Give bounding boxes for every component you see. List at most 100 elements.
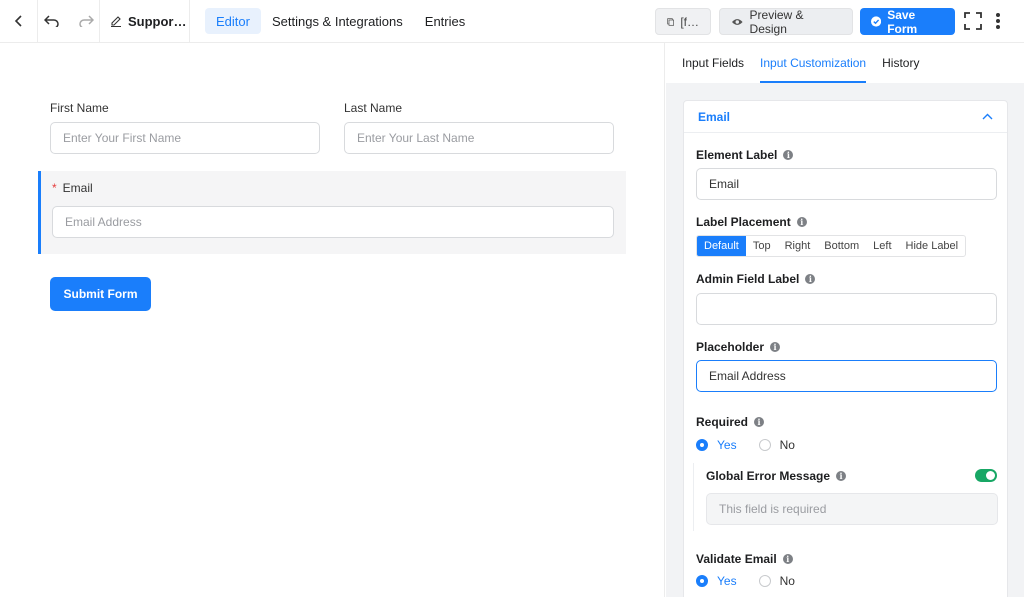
customization-sidebar: Input Fields Input Customization History… (666, 43, 1024, 597)
global-error-input[interactable]: This field is required (706, 493, 998, 525)
placement-option-right[interactable]: Right (778, 236, 818, 256)
tab-settings-integrations[interactable]: Settings & Integrations (261, 8, 414, 34)
element-label-value: Email (709, 177, 740, 191)
sidebar-tabs: Input Fields Input Customization History (666, 43, 1024, 83)
label-placement-heading: Label Placement i (696, 215, 807, 229)
placeholder-value: Email Address (709, 369, 786, 383)
form-title[interactable]: Suppor… (100, 0, 190, 42)
info-icon[interactable]: i (836, 471, 847, 481)
validate-email-radio-group: Yes No (696, 574, 795, 588)
element-label-heading: Element Label i (696, 148, 794, 162)
placeholder-input[interactable]: Email Address (696, 360, 997, 392)
email-field-block-selected[interactable]: * Email Email Address (38, 171, 626, 254)
tab-input-fields[interactable]: Input Fields (674, 43, 752, 83)
check-circle-icon (871, 16, 882, 27)
info-icon[interactable]: i (805, 274, 816, 284)
radio-dot (758, 439, 771, 451)
label-placement-text: Label Placement (696, 215, 791, 229)
eye-icon (731, 18, 743, 25)
required-heading: Required i (696, 415, 765, 429)
editor-tabs: Editor Settings & Integrations Entries (205, 8, 476, 34)
last-name-label: Last Name (344, 101, 403, 115)
chevron-left-icon (14, 15, 22, 27)
validate-no-label: No (779, 574, 795, 588)
save-form-button[interactable]: Save Form (860, 7, 955, 36)
copy-icon (667, 17, 675, 26)
admin-field-label-heading: Admin Field Label i (696, 272, 816, 286)
submit-form-button[interactable]: Submit Form (50, 277, 151, 311)
global-error-toggle[interactable] (975, 469, 997, 482)
tab-history[interactable]: History (874, 43, 927, 83)
placement-option-default[interactable]: Default (697, 236, 746, 256)
email-input[interactable]: Email Address (52, 206, 614, 238)
placeholder-text: Placeholder (696, 340, 765, 354)
required-radio-group: Yes No (696, 438, 795, 452)
more-options-button[interactable] (988, 10, 1008, 32)
element-label-text: Element Label (696, 148, 778, 162)
redo-icon[interactable] (78, 15, 94, 27)
form-canvas: First Name Enter Your First Name Last Na… (0, 43, 665, 597)
last-name-placeholder: Enter Your Last Name (357, 131, 475, 145)
validate-email-text: Validate Email (696, 552, 777, 566)
admin-field-label-input[interactable] (696, 293, 997, 325)
fullscreen-button[interactable] (963, 10, 983, 32)
global-error-placeholder: This field is required (719, 502, 827, 516)
label-placement-selector: Default Top Right Bottom Left Hide Label (696, 235, 967, 257)
placement-option-left[interactable]: Left (866, 236, 898, 256)
global-error-heading: Global Error Message i (706, 469, 847, 483)
panel-header[interactable]: Email (684, 101, 1007, 133)
radio-dot (696, 439, 708, 451)
placement-option-bottom[interactable]: Bottom (817, 236, 866, 256)
placement-option-hide-label[interactable]: Hide Label (899, 236, 966, 256)
info-icon[interactable]: i (782, 554, 793, 564)
form-title-text: Suppor… (128, 13, 187, 29)
top-toolbar: Suppor… Editor Settings & Integrations E… (0, 0, 1024, 43)
first-name-label: First Name (50, 101, 109, 115)
required-yes-label: Yes (717, 438, 737, 452)
shortcode-text: [f… (680, 14, 699, 29)
radio-dot (758, 575, 771, 587)
back-button[interactable] (0, 0, 38, 42)
chevron-up-icon[interactable] (982, 113, 993, 120)
tab-entries[interactable]: Entries (414, 8, 476, 34)
panel-title: Email (698, 109, 731, 124)
save-form-label: Save Form (887, 7, 918, 36)
validate-yes-label: Yes (717, 574, 737, 588)
global-error-section: Global Error Message i This field is req… (693, 463, 998, 531)
first-name-input[interactable]: Enter Your First Name (50, 122, 320, 154)
email-label-text: Email (62, 181, 93, 195)
preview-design-button[interactable]: Preview & Design (719, 7, 853, 36)
placement-option-top[interactable]: Top (746, 236, 778, 256)
first-name-placeholder: Enter Your First Name (63, 131, 182, 145)
tab-input-customization[interactable]: Input Customization (752, 43, 874, 83)
radio-dot (696, 575, 708, 587)
validate-email-heading: Validate Email i (696, 552, 793, 566)
validate-yes-radio[interactable]: Yes (696, 574, 737, 588)
placeholder-heading: Placeholder i (696, 340, 781, 354)
preview-design-label: Preview & Design (749, 7, 804, 36)
email-field-label: * Email (52, 181, 93, 195)
element-label-input[interactable]: Email (696, 168, 997, 200)
required-asterisk: * (52, 181, 57, 195)
fullscreen-icon (964, 12, 982, 30)
required-text: Required (696, 415, 749, 429)
more-vertical-icon (996, 13, 1000, 29)
info-icon[interactable]: i (796, 217, 807, 227)
last-name-input[interactable]: Enter Your Last Name (344, 122, 614, 154)
undo-icon[interactable] (43, 15, 60, 27)
validate-no-radio[interactable]: No (758, 574, 795, 588)
required-yes-radio[interactable]: Yes (696, 438, 737, 452)
undo-redo-group (38, 0, 100, 42)
required-no-label: No (779, 438, 795, 452)
info-icon[interactable]: i (770, 342, 781, 352)
email-placeholder: Email Address (65, 215, 142, 229)
global-error-text: Global Error Message (706, 469, 831, 483)
shortcode-button[interactable]: [f… (655, 8, 711, 35)
admin-field-label-text: Admin Field Label (696, 272, 800, 286)
info-icon[interactable]: i (754, 417, 765, 427)
info-icon[interactable]: i (783, 150, 794, 160)
email-settings-panel: Email Element Label i Email Label Placem… (683, 100, 1008, 597)
tab-editor[interactable]: Editor (205, 8, 261, 34)
required-no-radio[interactable]: No (758, 438, 795, 452)
edit-pencil-icon (111, 16, 121, 27)
